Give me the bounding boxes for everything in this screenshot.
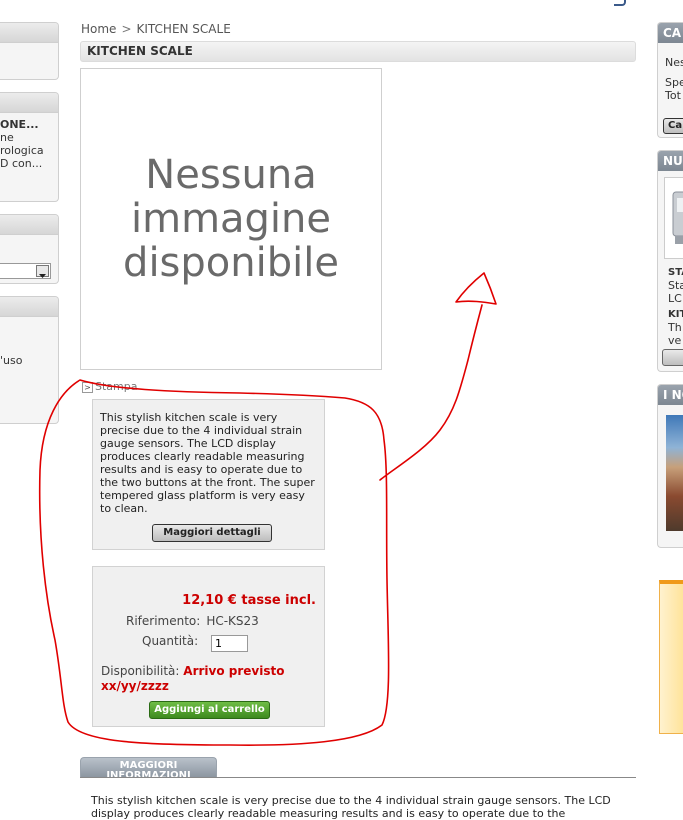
cart-button[interactable]: Ca: [663, 118, 683, 134]
new-product-2-name[interactable]: KIT: [658, 308, 683, 321]
left-block-select-header: [0, 215, 58, 235]
left-block-1: [0, 22, 59, 80]
left-featured-line-4: D con...: [0, 157, 43, 170]
new-product-1-name[interactable]: STA: [658, 266, 683, 279]
new-product-thumbnail[interactable]: [664, 177, 683, 259]
stores-block: I NO: [657, 384, 683, 548]
new-product-1-desc-1: Sta: [668, 279, 683, 292]
page-title: KITCHEN SCALE: [87, 44, 193, 58]
left-featured-line-2: ne: [0, 131, 14, 144]
cart-empty-text: Ness: [665, 56, 683, 69]
buy-block: 12,10 € tasse incl. Riferimento: HC-KS23 …: [92, 566, 325, 727]
chevron-down-icon[interactable]: [36, 265, 49, 278]
annotation-arrow-head: [455, 272, 497, 305]
breadcrumb: Home > KITCHEN SCALE: [81, 22, 231, 36]
tab-more-info[interactable]: MAGGIORI INFORMAZIONI: [80, 757, 217, 777]
availability-label: Disponibilità:: [101, 664, 180, 678]
scale-image-icon: [672, 191, 683, 244]
quantity-row: Quantità:: [142, 634, 248, 652]
left-select-dropdown[interactable]: [0, 263, 51, 279]
left-block-1-header: [0, 23, 58, 43]
breadcrumb-home[interactable]: Home: [81, 22, 116, 36]
reference-value: HC-KS23: [206, 614, 259, 628]
orange-banner[interactable]: [659, 580, 683, 734]
new-product-2-desc-2: ve: [668, 334, 682, 347]
left-block-select: [0, 214, 59, 284]
reference-row: Riferimento: HC-KS23: [126, 614, 259, 628]
left-featured-line-3: rologica: [0, 144, 44, 157]
short-description-box: This stylish kitchen scale is very preci…: [92, 399, 325, 550]
availability-row: Disponibilità: Arrivo previsto xx/yy/zzz…: [101, 664, 321, 694]
page-title-bar: KITCHEN SCALE: [80, 41, 636, 62]
annotation-arrow-shaft: [379, 304, 483, 481]
corner-icon: [614, 0, 626, 6]
new-products-header[interactable]: NU: [658, 151, 683, 171]
left-block-featured-header: [0, 93, 58, 113]
tab-more-info-label[interactable]: MAGGIORI INFORMAZIONI: [81, 758, 216, 778]
store-photo[interactable]: [666, 415, 683, 531]
short-description: This stylish kitchen scale is very preci…: [100, 411, 315, 515]
cart-block-header[interactable]: CA: [658, 23, 683, 43]
product-price: 12,10 € tasse incl.: [182, 593, 316, 608]
breadcrumb-current: KITCHEN SCALE: [136, 22, 231, 36]
all-new-products-button[interactable]: [662, 349, 683, 366]
print-label[interactable]: Stampa: [95, 380, 137, 393]
print-link[interactable]: > Stampa: [82, 380, 137, 393]
left-block-featured: ONE... ne rologica D con...: [0, 92, 59, 202]
tab-divider: [80, 777, 636, 778]
cart-total-text: Tot: [665, 89, 681, 102]
cart-block: CA Ness Spe Tot Ca: [657, 22, 683, 138]
more-details-button[interactable]: Maggiori dettagli: [152, 524, 272, 542]
stores-block-header[interactable]: I NO: [658, 385, 683, 405]
left-featured-line-1[interactable]: ONE...: [0, 118, 58, 131]
long-description: This stylish kitchen scale is very preci…: [91, 794, 611, 820]
new-product-2-desc-1: Th: [668, 321, 682, 334]
left-block-info: 'uso: [0, 296, 59, 424]
quantity-input[interactable]: [211, 635, 248, 652]
new-product-1-desc-2: LC: [668, 292, 682, 305]
product-image-placeholder: Nessuna immagine disponibile: [80, 68, 382, 370]
quantity-label: Quantità:: [142, 634, 199, 648]
chevron-right-icon: >: [82, 381, 93, 393]
breadcrumb-separator: >: [121, 22, 132, 36]
new-products-block: NU STA Sta LC KIT Th ve: [657, 150, 683, 372]
reference-label: Riferimento:: [126, 614, 201, 628]
left-info-text[interactable]: 'uso: [0, 354, 22, 367]
left-block-info-header: [0, 297, 58, 317]
add-to-cart-button[interactable]: Aggiungi al carrello: [149, 701, 270, 719]
image-placeholder-text: Nessuna immagine disponibile: [123, 152, 339, 286]
cart-shipping-text: Spe: [665, 76, 683, 89]
